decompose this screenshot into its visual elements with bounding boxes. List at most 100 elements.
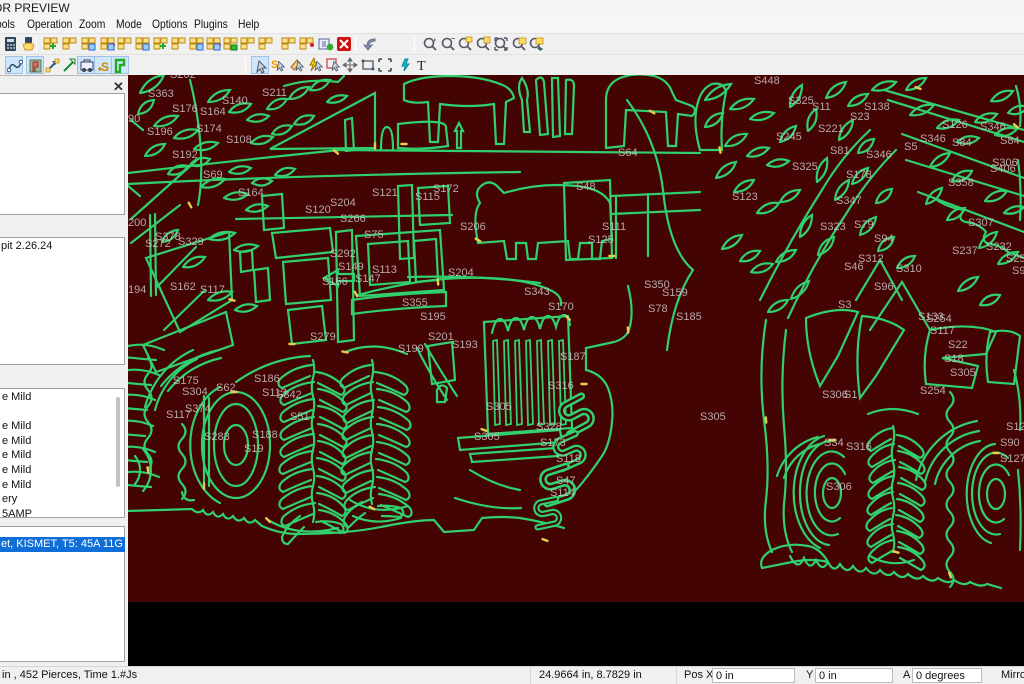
- svg-text:S22: S22: [948, 339, 968, 351]
- svg-text:S374: S374: [185, 403, 211, 415]
- svg-text:S355: S355: [402, 297, 428, 309]
- svg-text:S358: S358: [948, 177, 974, 189]
- svg-text:S170: S170: [548, 301, 574, 313]
- svg-text:S346: S346: [866, 149, 892, 161]
- svg-text:S90: S90: [1000, 437, 1020, 449]
- svg-text:S188: S188: [252, 429, 278, 441]
- svg-text:S305: S305: [700, 411, 726, 423]
- svg-text:S185: S185: [676, 311, 702, 323]
- svg-text:S96: S96: [874, 281, 894, 293]
- svg-text:S202: S202: [170, 75, 196, 81]
- svg-text:S306: S306: [826, 481, 852, 493]
- svg-text:S3: S3: [838, 299, 851, 311]
- svg-text:S347: S347: [836, 195, 862, 207]
- svg-text:S: S: [101, 60, 109, 74]
- svg-text:S117: S117: [200, 284, 225, 296]
- svg-text:S306: S306: [992, 157, 1018, 169]
- svg-text:S254: S254: [920, 385, 946, 397]
- svg-text:S307: S307: [968, 217, 994, 229]
- svg-text:S178: S178: [846, 169, 872, 181]
- svg-text:S18: S18: [944, 353, 964, 365]
- svg-text:S176: S176: [172, 103, 198, 115]
- svg-text:S204: S204: [448, 267, 474, 279]
- svg-text:S19: S19: [244, 443, 264, 455]
- svg-text:S266: S266: [340, 213, 366, 225]
- svg-text:S196: S196: [147, 126, 173, 138]
- svg-text:S323: S323: [820, 221, 846, 233]
- svg-text:S79: S79: [854, 219, 874, 231]
- svg-text:S325: S325: [792, 161, 818, 173]
- svg-text:S211: S211: [262, 87, 287, 99]
- svg-text:S117: S117: [930, 325, 955, 337]
- svg-text:S343: S343: [524, 286, 550, 298]
- svg-text:S126: S126: [942, 119, 968, 131]
- svg-text:T: T: [417, 59, 426, 73]
- svg-text:S195: S195: [420, 311, 446, 323]
- svg-text:S78: S78: [648, 303, 668, 315]
- svg-text:S84: S84: [952, 137, 972, 149]
- svg-text:S125: S125: [588, 234, 614, 246]
- svg-text:S11: S11: [812, 101, 831, 113]
- svg-text:S221: S221: [818, 123, 844, 135]
- svg-text:S118: S118: [556, 453, 581, 465]
- svg-text:S162: S162: [170, 281, 196, 293]
- svg-text:S305: S305: [486, 401, 512, 413]
- svg-text:S256: S256: [1006, 253, 1024, 265]
- svg-text:S283: S283: [204, 431, 230, 443]
- svg-text:S123: S123: [732, 191, 758, 203]
- svg-text:S120: S120: [305, 204, 331, 216]
- svg-text:S254: S254: [926, 313, 952, 325]
- svg-text:S64: S64: [618, 147, 638, 159]
- svg-text:S140: S140: [222, 95, 248, 107]
- svg-text:S279: S279: [310, 331, 336, 343]
- svg-text:S127: S127: [1000, 453, 1024, 465]
- svg-text:S448: S448: [754, 75, 780, 87]
- svg-text:S121: S121: [372, 187, 398, 199]
- svg-text:S34: S34: [824, 437, 844, 449]
- svg-text:S96: S96: [1012, 265, 1024, 277]
- svg-text:S363: S363: [148, 88, 174, 100]
- svg-text:S199: S199: [398, 343, 424, 355]
- svg-text:S75: S75: [364, 229, 384, 241]
- svg-text:S113: S113: [372, 264, 397, 276]
- svg-text:S164: S164: [238, 187, 264, 199]
- svg-text:S193: S193: [452, 339, 478, 351]
- svg-text:S346: S346: [920, 133, 946, 145]
- svg-text:S84: S84: [1000, 135, 1020, 147]
- svg-text:194: 194: [128, 284, 146, 296]
- svg-text:S48: S48: [576, 181, 596, 193]
- svg-text:S237: S237: [952, 245, 978, 257]
- svg-text:S81: S81: [830, 145, 850, 157]
- svg-text:S206: S206: [460, 221, 486, 233]
- svg-text:S325: S325: [788, 95, 814, 107]
- svg-text:S5: S5: [904, 141, 917, 153]
- svg-text:S310: S310: [896, 263, 922, 275]
- svg-text:S201: S201: [428, 331, 454, 343]
- svg-text:S149: S149: [338, 261, 364, 273]
- svg-text:S51: S51: [290, 411, 310, 423]
- svg-text:200: 200: [128, 217, 146, 229]
- svg-text:S166: S166: [322, 276, 348, 288]
- svg-text:S174: S174: [196, 123, 222, 135]
- svg-text:S306: S306: [822, 389, 848, 401]
- svg-text:90: 90: [128, 113, 140, 125]
- svg-text:S305: S305: [950, 367, 976, 379]
- svg-text:S164: S164: [200, 106, 226, 118]
- svg-text:S304: S304: [182, 386, 208, 398]
- svg-text:S316: S316: [548, 380, 574, 392]
- svg-text:S12: S12: [1006, 421, 1024, 433]
- svg-text:S346: S346: [980, 121, 1006, 133]
- svg-text:S159: S159: [662, 287, 688, 299]
- svg-text:S305: S305: [474, 431, 500, 443]
- svg-text:S316: S316: [846, 441, 872, 453]
- svg-text:S328: S328: [536, 421, 562, 433]
- svg-text:S94: S94: [874, 233, 894, 245]
- svg-text:S329: S329: [178, 236, 204, 248]
- svg-text:S69: S69: [203, 169, 223, 181]
- svg-text:S172: S172: [433, 183, 459, 195]
- svg-text:S192: S192: [172, 149, 198, 161]
- svg-text:S232: S232: [986, 241, 1012, 253]
- svg-text:S187: S187: [560, 351, 586, 363]
- svg-text:S173: S173: [540, 437, 566, 449]
- svg-text:S111: S111: [602, 221, 626, 233]
